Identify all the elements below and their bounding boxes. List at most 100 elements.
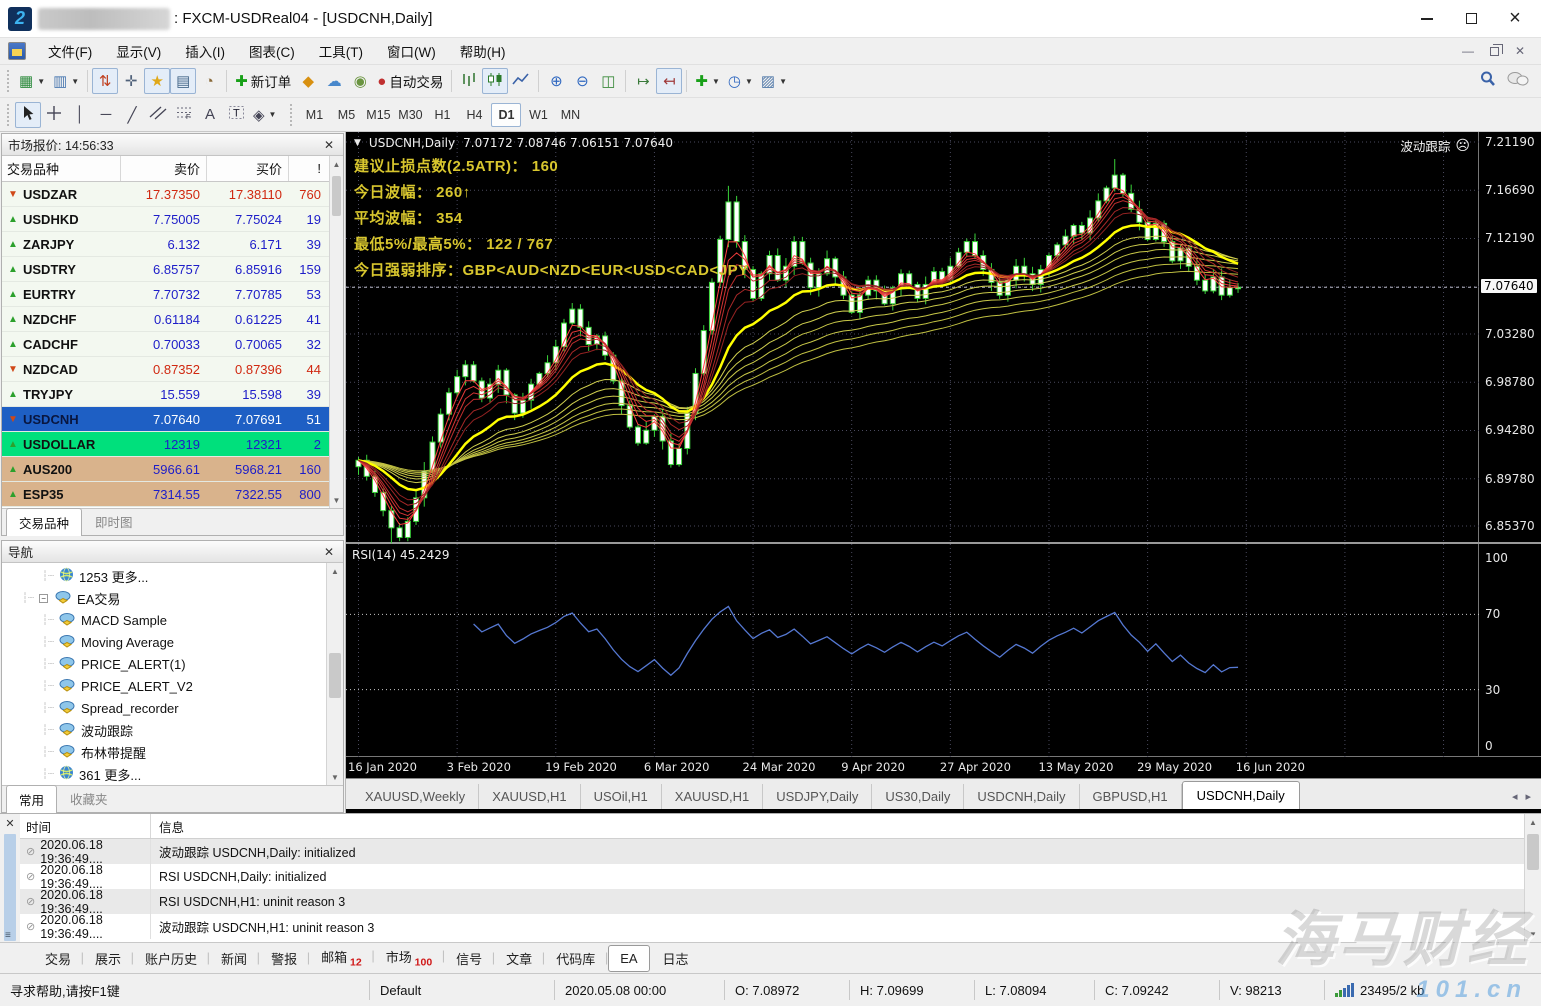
market-watch-tab-交易品种[interactable]: 交易品种 bbox=[6, 508, 83, 536]
market-watch-close-icon[interactable]: ✕ bbox=[321, 138, 337, 152]
timeframe-MN[interactable]: MN bbox=[555, 103, 585, 127]
cursor-button[interactable] bbox=[15, 101, 41, 128]
timeframe-H1[interactable]: H1 bbox=[427, 103, 457, 127]
dropdown-caret-icon[interactable]: ▼ bbox=[269, 110, 277, 119]
market-watch-row-USDZAR[interactable]: ▼ USDZAR 17.37350 17.38110 760 bbox=[2, 182, 329, 207]
candlestick-chart-button[interactable] bbox=[482, 68, 509, 94]
terminal-tab-信号[interactable]: 信号 | bbox=[445, 944, 495, 973]
navigator-item-MACD Sample[interactable]: ┆┈ MACD Sample bbox=[2, 609, 326, 631]
timeframe-M30[interactable]: M30 bbox=[395, 103, 425, 127]
terminal-tab-EA[interactable]: EA bbox=[608, 944, 650, 972]
scroll-up-icon[interactable]: ▲ bbox=[1525, 814, 1541, 830]
navigator-item-EA交易[interactable]: ┆┈ − EA交易 bbox=[2, 587, 326, 609]
time-axis[interactable]: 16 Jan 2020 3 Feb 2020 19 Feb 2020 6 Mar 20… bbox=[346, 757, 1541, 779]
fibonacci-button[interactable]: F bbox=[171, 102, 197, 128]
rsi-subwindow[interactable]: RSI(14) 45.2429 100 70 30 0 bbox=[346, 544, 1541, 757]
log-row-2[interactable]: ⊘ 2020.06.18 19:36:49.... RSI USDCNH,H1: u… bbox=[20, 888, 1524, 916]
menu-文件(F)[interactable]: 文件(F) bbox=[36, 37, 104, 65]
navigator-item-布林带提醒[interactable]: ┆┈ 布林带提醒 bbox=[2, 741, 326, 763]
indicators-list-button[interactable]: ✚ ▼ bbox=[691, 68, 724, 94]
metaeditor-button[interactable]: ◆ bbox=[295, 68, 321, 94]
chart-tab-6-USDCNH,Daily[interactable]: USDCNH,Daily bbox=[964, 784, 1080, 809]
community-chat-icon[interactable] bbox=[1507, 70, 1529, 93]
dropdown-caret-icon[interactable]: ▼ bbox=[779, 77, 787, 86]
tabs-scroll-left-icon[interactable]: ◂ bbox=[1512, 790, 1518, 803]
column-header-3[interactable]: ! bbox=[288, 156, 329, 181]
navigator-item-Spread_recorder[interactable]: ┆┈ Spread_recorder bbox=[2, 697, 326, 719]
news-button[interactable]: ◉ bbox=[347, 68, 373, 94]
market-watch-row-USDCNH[interactable]: ▼ USDCNH 7.07640 7.07691 51 bbox=[2, 407, 329, 432]
market-watch-row-NZDCHF[interactable]: ▲ NZDCHF 0.61184 0.61225 41 bbox=[2, 307, 329, 332]
navigator-item-PRICE_ALERT_V2[interactable]: ┆┈ PRICE_ALERT_V2 bbox=[2, 675, 326, 697]
terminal-tab-代码库[interactable]: 代码库 | bbox=[545, 944, 608, 973]
timeframe-M1[interactable]: M1 bbox=[299, 103, 329, 127]
market-watch-row-EURTRY[interactable]: ▲ EURTRY 7.70732 7.70785 53 bbox=[2, 282, 329, 307]
menu-工具(T)[interactable]: 工具(T) bbox=[307, 37, 375, 65]
navigator-tab-常用[interactable]: 常用 bbox=[6, 785, 58, 813]
tabs-scroll-right-icon[interactable]: ▸ bbox=[1525, 790, 1531, 803]
text-label-button[interactable]: T bbox=[223, 102, 249, 128]
chart-tab-2-USOil,H1[interactable]: USOil,H1 bbox=[581, 784, 662, 809]
market-watch-scrollbar[interactable]: ▲ ▼ bbox=[329, 156, 343, 508]
market-watch-row-USDHKD[interactable]: ▲ USDHKD 7.75005 7.75024 19 bbox=[2, 207, 329, 232]
chart-minimize-button[interactable]: — bbox=[1457, 42, 1479, 60]
market-watch-row-USDOLLAR[interactable]: ▲ USDOLLAR 12319 12321 2 bbox=[2, 432, 329, 457]
terminal-tab-警报[interactable]: 警报 | bbox=[260, 944, 310, 973]
scroll-down-icon[interactable]: ▼ bbox=[327, 769, 343, 785]
terminal-close-icon[interactable]: ✕ bbox=[5, 814, 14, 833]
menu-窗口(W)[interactable]: 窗口(W) bbox=[375, 37, 448, 65]
maximize-button[interactable] bbox=[1449, 4, 1493, 34]
chart-shift-button[interactable]: ↦ bbox=[630, 68, 656, 94]
market-watch-row-ESP35[interactable]: ▲ ESP35 7314.55 7322.55 800 bbox=[2, 482, 329, 507]
menu-显示(V)[interactable]: 显示(V) bbox=[104, 37, 173, 65]
chart-restore-button[interactable] bbox=[1483, 42, 1505, 60]
market-watch-row-AUS200[interactable]: ▲ AUS200 5966.61 5968.21 160 bbox=[2, 457, 329, 482]
chart-tab-0-XAUUSD,Weekly[interactable]: XAUUSD,Weekly bbox=[352, 784, 480, 809]
log-row-3[interactable]: ⊘ 2020.06.18 19:36:49.... 波动跟踪 USDCNH,H1: … bbox=[20, 913, 1524, 941]
menu-图表(C)[interactable]: 图表(C) bbox=[237, 37, 307, 65]
timeframe-D1[interactable]: D1 bbox=[491, 102, 522, 127]
main-chart[interactable]: ▼ USDCNH,Daily 7.07172 7.08746 7.06151 7… bbox=[346, 132, 1541, 544]
market-watch-button[interactable]: ⇅ bbox=[92, 68, 119, 94]
zoom-out-button[interactable]: ⊖ bbox=[569, 68, 595, 94]
navigator-item-361 更多...[interactable]: ┆┈ 361 更多... bbox=[2, 763, 326, 785]
chart-close-button[interactable]: ✕ bbox=[1509, 42, 1531, 60]
navigator-item-PRICE_ALERT(1)[interactable]: ┆┈ PRICE_ALERT(1) bbox=[2, 653, 326, 675]
market-watch-tab-即时图[interactable]: 即时图 bbox=[82, 507, 146, 535]
timeframe-M5[interactable]: M5 bbox=[331, 103, 361, 127]
navigator-item-波动跟踪[interactable]: ┆┈ 波动跟踪 bbox=[2, 719, 326, 741]
navigator-scrollbar[interactable]: ▲ ▼ bbox=[326, 563, 343, 785]
candlestick-plot[interactable] bbox=[346, 132, 1479, 544]
scroll-up-icon[interactable]: ▲ bbox=[330, 156, 343, 172]
column-header-0[interactable]: 交易品种 bbox=[2, 159, 120, 178]
equidistant-channel-button[interactable] bbox=[145, 102, 171, 128]
column-header-2[interactable]: 买价 bbox=[206, 156, 288, 181]
terminal-tab-邮箱[interactable]: 邮箱 12 | bbox=[310, 942, 375, 974]
strategy-tester-button[interactable]: ◔ bbox=[196, 68, 222, 94]
terminal-side-strip[interactable] bbox=[4, 834, 16, 941]
terminal-tab-日志[interactable]: 日志 bbox=[652, 944, 700, 973]
tile-windows-button[interactable]: ◫ bbox=[595, 68, 621, 94]
market-watch-row-USDTRY[interactable]: ▲ USDTRY 6.85757 6.85916 159 bbox=[2, 257, 329, 282]
navigator-button[interactable]: ★ bbox=[144, 68, 171, 94]
trend-line-button[interactable]: ╱ bbox=[119, 102, 145, 128]
tree-collapse-icon[interactable]: − bbox=[39, 593, 49, 603]
chart-profiles-button[interactable]: ▥ ▼ bbox=[49, 68, 83, 94]
navigator-item-Moving Average[interactable]: ┆┈ Moving Average bbox=[2, 631, 326, 653]
chart-tab-8-USDCNH,Daily[interactable]: USDCNH,Daily bbox=[1181, 781, 1300, 809]
log-row-1[interactable]: ⊘ 2020.06.18 19:36:49.... RSI USDCNH,Daily… bbox=[20, 863, 1524, 891]
log-row-0[interactable]: ⊘ 2020.06.18 19:36:49.... 波动跟踪 USDCNH,Dail… bbox=[20, 838, 1524, 866]
data-window-button[interactable]: ✛ bbox=[118, 68, 144, 94]
navigator-close-icon[interactable]: ✕ bbox=[321, 545, 337, 559]
terminal-tab-文章[interactable]: 文章 | bbox=[495, 944, 545, 973]
chart-tab-3-XAUUSD,H1[interactable]: XAUUSD,H1 bbox=[662, 784, 764, 809]
market-watch-row-NZDCAD[interactable]: ▼ NZDCAD 0.87352 0.87396 44 bbox=[2, 357, 329, 382]
periods-button[interactable]: ◷ ▼ bbox=[724, 68, 757, 94]
navigator-item-1253 更多...[interactable]: ┆┈ 1253 更多... bbox=[2, 565, 326, 587]
vertical-line-button[interactable]: │ bbox=[67, 102, 93, 128]
dropdown-caret-icon[interactable]: ▼ bbox=[712, 77, 720, 86]
line-chart-button[interactable] bbox=[508, 68, 534, 94]
market-watch-row-CADCHF[interactable]: ▲ CADCHF 0.70033 0.70065 32 bbox=[2, 332, 329, 357]
terminal-tab-展示[interactable]: 展示 | bbox=[84, 944, 134, 973]
new-chart-button[interactable]: ▦ ▼ bbox=[15, 68, 49, 94]
